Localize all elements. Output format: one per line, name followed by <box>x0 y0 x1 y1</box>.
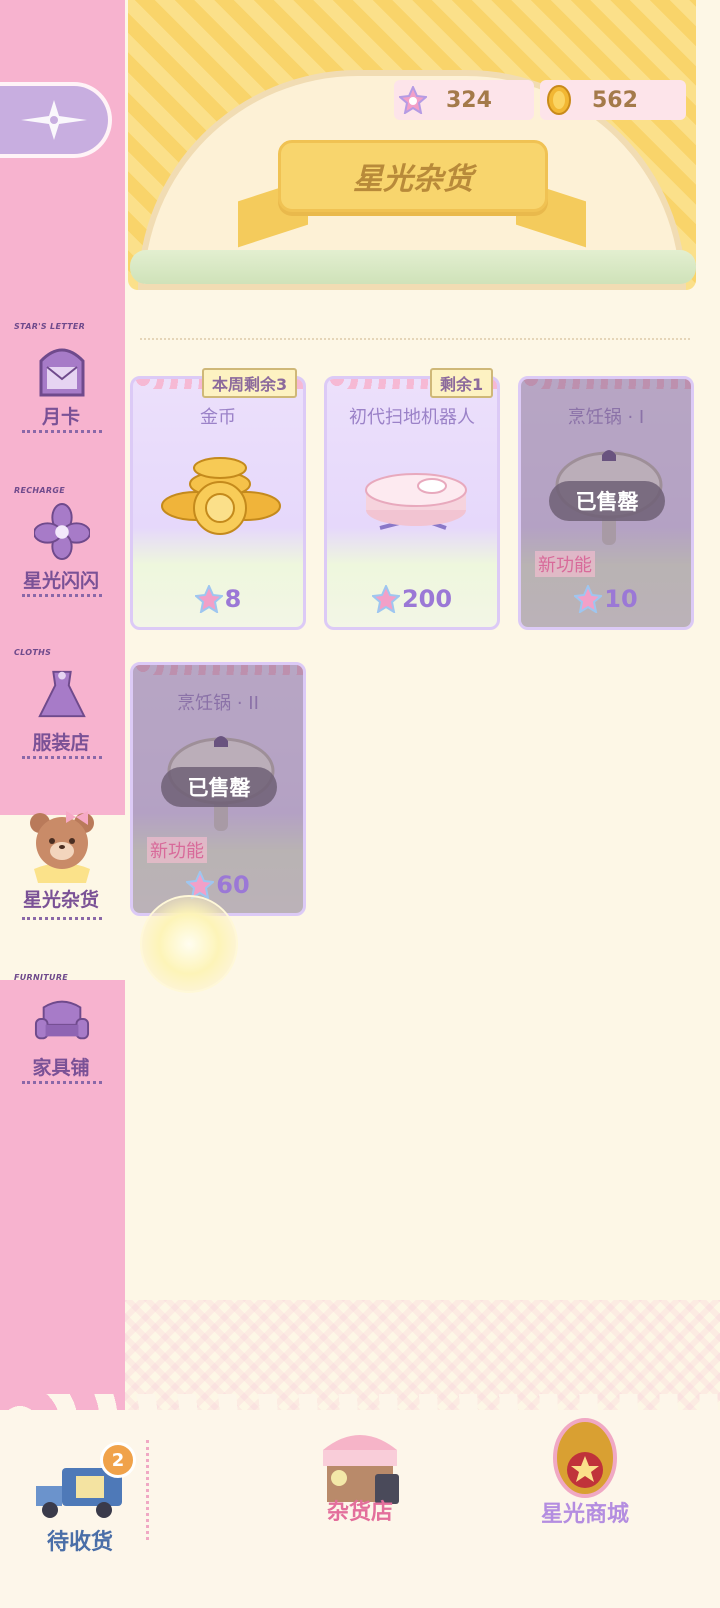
item-price-value: 8 <box>224 585 242 613</box>
item-name: 金币 <box>200 407 236 428</box>
new-feature-label: 新功能 <box>147 837 207 863</box>
sidebar-item-furniture[interactable]: FURNITURE 家具铺 <box>12 973 110 1103</box>
item-price-value: 60 <box>216 871 250 899</box>
dress-icon <box>34 664 90 724</box>
divider <box>146 1440 149 1540</box>
divider <box>140 338 690 340</box>
notification-badge: 2 <box>100 1442 136 1478</box>
star-currency[interactable]: 324 <box>394 80 534 120</box>
sidebar-item-clothes[interactable]: CLOTHS 服装店 <box>12 648 110 778</box>
sold-out-label: 已售罄 <box>549 481 665 521</box>
divider <box>22 430 102 433</box>
sidebar-item-recharge[interactable]: RECHARGE 星光闪闪 <box>12 486 110 616</box>
sidebar-item-tag: FURNITURE <box>14 973 69 982</box>
back-button[interactable] <box>0 82 112 158</box>
divider <box>22 1081 102 1084</box>
touch-glow <box>140 895 238 993</box>
nav-label: 星光商城 <box>540 1502 629 1527</box>
star-mall-icon <box>553 1418 617 1498</box>
item-price-value: 10 <box>604 585 638 613</box>
sidebar-item-label: 星光杂货 <box>22 889 99 911</box>
bear-avatar-icon <box>26 805 98 885</box>
sidebar-item-label: 家具铺 <box>32 1057 90 1079</box>
item-price: 60 <box>133 871 303 899</box>
sidebar-item-tag: RECHARGE <box>14 486 65 495</box>
sidebar-item-tag: CLOTHS <box>14 648 52 657</box>
nav-star-mall[interactable]: 星光商城 <box>520 1410 650 1528</box>
gold-coins-icon <box>153 439 289 549</box>
sidebar-item-label: 服装店 <box>32 732 90 754</box>
item-name: 初代扫地机器人 <box>349 407 475 428</box>
shop-item-card-sold-out[interactable]: 烹饪锅 · I 已售罄 新功能 10 <box>518 376 694 630</box>
sidebar-item-tag: STAR'S LETTER <box>14 322 86 331</box>
sidebar-item-label: 月卡 <box>41 406 80 428</box>
flower-icon <box>34 502 90 562</box>
sofa-icon <box>34 989 90 1049</box>
coin-currency[interactable]: 562 <box>540 80 686 120</box>
coin-currency-value: 562 <box>592 87 638 113</box>
letter-window-icon <box>34 338 90 398</box>
new-feature-label: 新功能 <box>535 551 595 577</box>
header-vines <box>130 250 696 284</box>
divider <box>22 594 102 597</box>
stock-badge: 剩余1 <box>430 368 494 398</box>
shop-header: 星光杂货 <box>128 0 696 290</box>
rainbow-star-icon <box>371 585 400 613</box>
item-price-value: 200 <box>401 585 453 613</box>
sidebar-item-starlight-grocery[interactable]: 星光杂货 <box>12 805 110 935</box>
nav-grocery[interactable]: 杂货店 <box>300 1420 420 1526</box>
item-price: 200 <box>327 585 497 613</box>
sidebar-item-monthly-card[interactable]: STAR'S LETTER 月卡 <box>12 322 110 452</box>
robot-vacuum-icon <box>347 439 483 549</box>
nav-label: 待收货 <box>46 1530 113 1555</box>
rainbow-star-icon <box>574 585 603 613</box>
page-title: 星光杂货 <box>278 140 548 212</box>
star-currency-value: 324 <box>446 87 492 113</box>
shop-item-card[interactable]: 金币 8 <box>130 376 306 630</box>
item-price: 10 <box>521 585 691 613</box>
sold-out-label: 已售罄 <box>161 767 277 807</box>
divider <box>22 917 102 920</box>
stock-badge: 本周剩余3 <box>202 368 298 398</box>
compass-star-icon <box>21 100 87 140</box>
item-price: 8 <box>133 585 303 613</box>
rainbow-star-icon <box>398 85 428 115</box>
divider <box>22 756 102 759</box>
shop-item-card[interactable]: 初代扫地机器人 200 <box>324 376 500 630</box>
sidebar-item-label: 星光闪闪 <box>22 570 99 592</box>
gold-coin-icon <box>544 85 574 115</box>
rainbow-star-icon <box>194 585 223 613</box>
shop-item-card-sold-out[interactable]: 烹饪锅 · II 已售罄 新功能 60 <box>130 662 306 916</box>
